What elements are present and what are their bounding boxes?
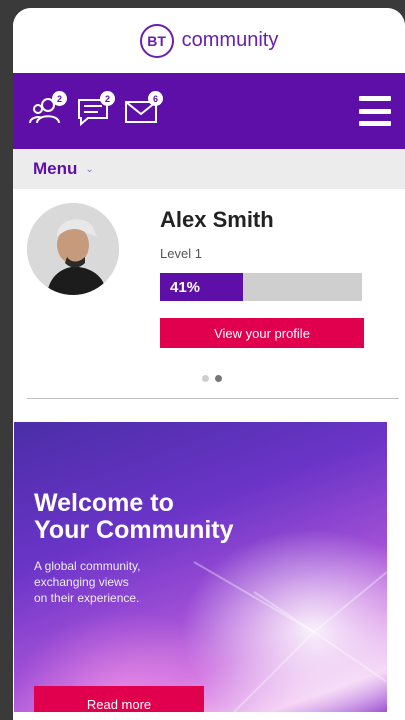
hero-sub-line2: exchanging views [34,575,129,589]
hero-title: Welcome to Your Community [34,490,264,544]
progress-fill: 41% [160,273,243,301]
divider [27,398,399,399]
hamburger-icon[interactable] [359,96,391,126]
carousel-dot[interactable] [202,375,209,382]
mail-icon[interactable]: 6 [123,91,163,129]
brand-name: community [181,29,279,51]
hero-description: A global community, exchanging views on … [34,558,174,606]
hero-title-line2: Your Community [34,516,234,544]
level-progress-bar: 41% [160,273,362,301]
bt-logo[interactable]: BT [139,23,174,58]
menu-dropdown[interactable]: Menu ⌄ [13,149,405,189]
read-more-button[interactable]: Read more [34,686,204,712]
chat-badge: 2 [100,91,115,106]
view-profile-button[interactable]: View your profile [160,318,364,348]
profile-card: Alex Smith Level 1 41% View your profile [13,189,405,404]
chat-icon[interactable]: 2 [75,91,115,129]
app-header: BT community [13,8,405,73]
people-icon[interactable]: 2 [27,91,67,129]
carousel-dots [202,375,222,382]
chevron-down-icon: ⌄ [85,163,94,175]
toolbar: 2 2 6 [13,73,405,149]
avatar[interactable] [27,203,119,295]
hero-title-line1: Welcome to [34,489,174,517]
profile-name: Alex Smith [160,207,274,232]
hero-sub-line1: A global community, [34,559,141,573]
menu-label: Menu [33,159,78,178]
mail-badge: 6 [148,91,163,106]
hero-sub-line3: on their experience. [34,591,140,605]
carousel-dot-active[interactable] [215,375,222,382]
profile-level: Level 1 [160,246,202,261]
people-badge: 2 [52,91,67,106]
welcome-banner: Welcome to Your Community A global commu… [14,422,387,712]
